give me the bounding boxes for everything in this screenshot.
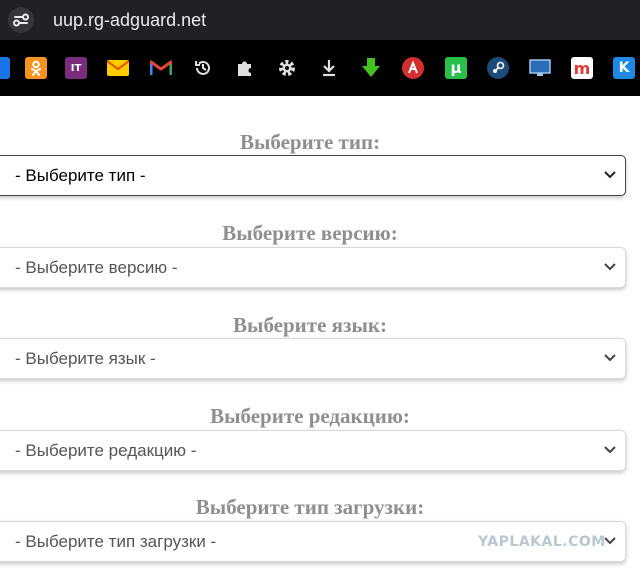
gmail-icon[interactable]: [150, 57, 172, 79]
type-label: Выберите тип:: [239, 130, 381, 154]
puzzle-icon[interactable]: [234, 57, 256, 79]
edition-label: Выберите редакцию:: [210, 404, 410, 428]
download-icon[interactable]: [318, 57, 340, 79]
blue-bookmark-icon[interactable]: [0, 57, 10, 79]
chevron-down-icon: [604, 263, 616, 271]
version-select-value: - Выберите версию -: [15, 258, 178, 277]
tune-icon[interactable]: [8, 7, 34, 33]
download-type-label: Выберите тип загрузки:: [195, 495, 425, 519]
gear-icon[interactable]: [276, 57, 298, 79]
type-select[interactable]: - Выберите тип -: [0, 155, 626, 196]
language-label: Выберите язык:: [233, 313, 387, 337]
chevron-down-icon: [604, 354, 616, 362]
utorrent-icon[interactable]: µ: [445, 57, 467, 79]
page-content: Выберите тип: - Выберите тип - Выберите …: [0, 96, 640, 572]
m-bookmark-icon[interactable]: m: [571, 57, 593, 79]
monitor-bookmark-icon[interactable]: [529, 57, 551, 79]
anime-bookmark-icon[interactable]: [402, 57, 424, 79]
it-bookmark-icon[interactable]: IT: [65, 57, 87, 79]
url-text[interactable]: uup.rg-adguard.net: [53, 7, 206, 33]
edition-select[interactable]: - Выберите редакцию -: [0, 430, 626, 471]
language-select-value: - Выберите язык -: [15, 349, 156, 368]
history-icon[interactable]: [192, 57, 214, 79]
chevron-down-icon: [604, 446, 616, 454]
k-bookmark-icon[interactable]: K: [613, 57, 635, 79]
version-select[interactable]: - Выберите версию -: [0, 247, 626, 288]
address-bar[interactable]: uup.rg-adguard.net: [0, 0, 640, 40]
version-label: Выберите версию:: [222, 221, 398, 245]
odnoklassniki-icon[interactable]: [25, 57, 47, 79]
green-download-icon[interactable]: [360, 57, 382, 79]
type-select-value: - Выберите тип -: [15, 166, 146, 185]
language-select[interactable]: - Выберите язык -: [0, 338, 626, 379]
download-type-select-value: - Выберите тип загрузки -: [15, 532, 217, 551]
chevron-down-icon: [604, 171, 616, 179]
edition-select-value: - Выберите редакцию -: [15, 441, 197, 460]
steam-icon[interactable]: [487, 57, 509, 79]
bookmarks-bar: IT µ m K: [0, 40, 640, 96]
mail-envelope-icon[interactable]: [107, 57, 129, 79]
watermark: YAPLAKAL.COM: [478, 534, 606, 550]
